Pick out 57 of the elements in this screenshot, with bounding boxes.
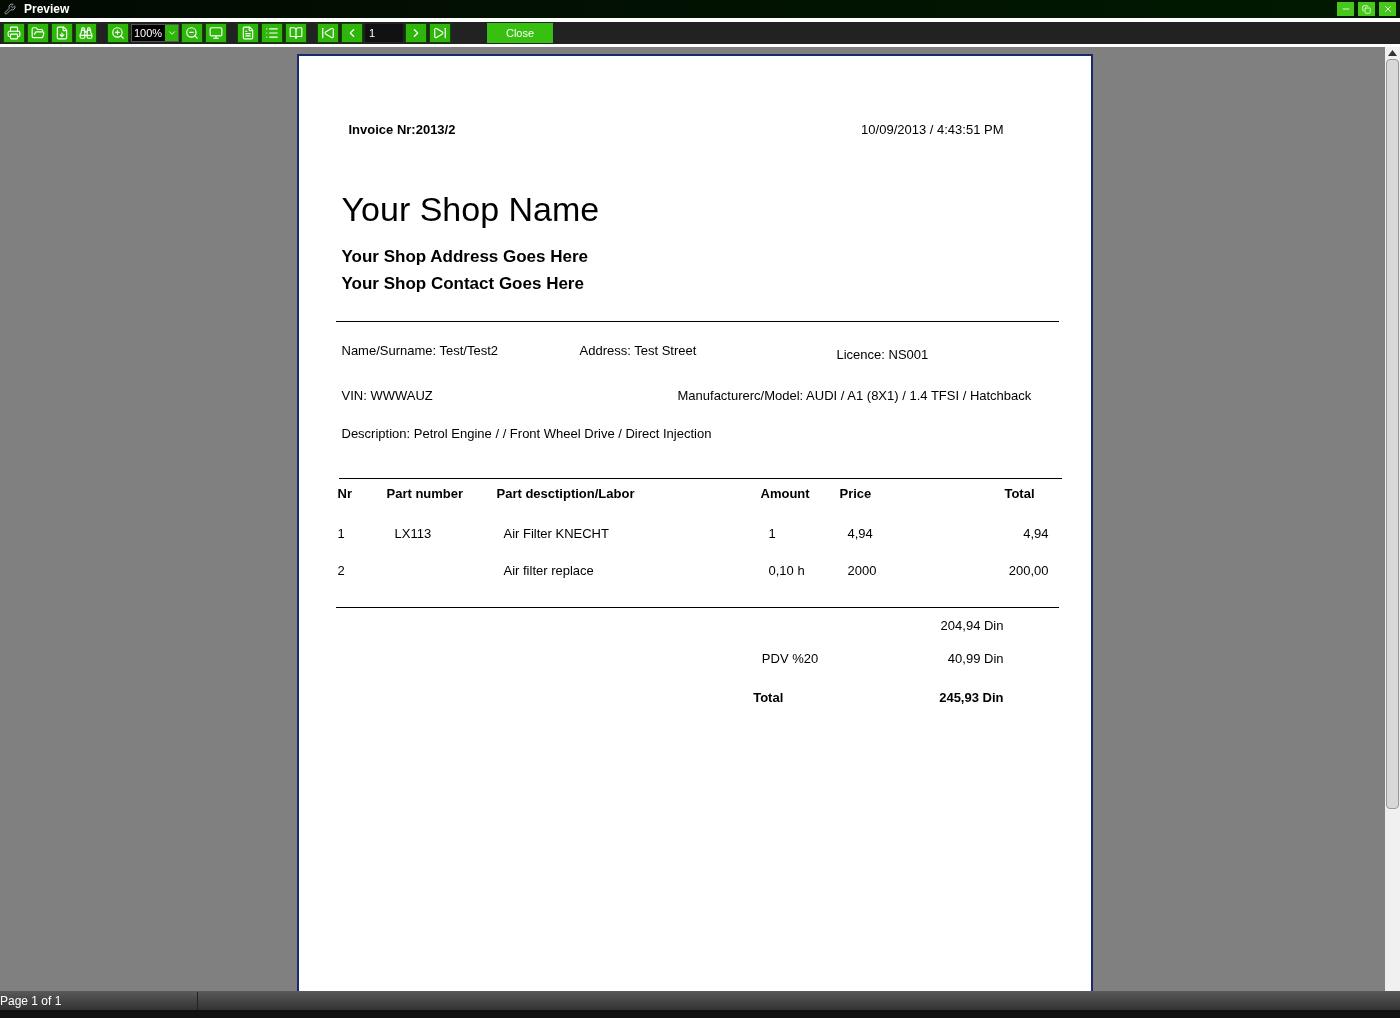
tax-label: PDV %20	[761, 651, 819, 666]
column-header: Nr	[337, 486, 352, 501]
table-cell: 2	[337, 562, 345, 578]
total-label: Total	[753, 689, 784, 705]
close-icon	[1382, 4, 1393, 14]
vin-number: VIN: WWWAUZ	[341, 388, 433, 403]
table-cell: LX113	[394, 525, 432, 541]
column-header: Total	[1004, 486, 1035, 501]
export-icon[interactable]	[51, 23, 73, 43]
licence-number: Licence: NS001	[836, 346, 929, 362]
total-amount: 245,93 Din	[939, 688, 1004, 707]
table-cell: 2000	[847, 562, 877, 578]
shop-contact: Your Shop Contact Goes Here	[341, 272, 584, 295]
customer-address: Address: Test Street	[579, 342, 697, 358]
table-cell: 4,94	[847, 525, 873, 541]
invoice-date: 10/09/2013 / 4:43:51 PM	[861, 121, 1004, 139]
subtotal-amount: 204,94 Din	[940, 616, 1004, 635]
column-header: Amount	[760, 486, 810, 501]
page-icon[interactable]	[237, 23, 259, 43]
column-header: Part desctiption/Labor	[496, 486, 635, 501]
folder-icon[interactable]	[27, 23, 49, 43]
zoom-dropdown[interactable]: 100%	[131, 24, 179, 42]
shop-address: Your Shop Address Goes Here	[341, 245, 589, 268]
monitor-icon[interactable]	[205, 23, 227, 43]
scrollbar-thumb[interactable]	[1386, 59, 1399, 809]
table-cell: Air filter replace	[503, 562, 594, 578]
scroll-up-icon[interactable]	[1388, 50, 1397, 56]
book-icon[interactable]	[285, 23, 307, 43]
vehicle-description: Description: Petrol Engine / / Front Wheel Drive / Direct Injection	[341, 425, 712, 441]
column-header: Part number	[386, 486, 464, 501]
vehicle-model: Manufacturerc/Model: AUDI / A1 (8X1) / 1.4 TFSI / Hatchback	[677, 387, 1032, 405]
table-cell: Air Filter KNECHT	[503, 525, 609, 541]
first-page-icon[interactable]	[317, 23, 339, 43]
table-cell: 200,00	[1008, 562, 1049, 578]
list-icon[interactable]	[261, 23, 283, 43]
table-cell: 4,94	[1023, 525, 1049, 541]
zoom-in-icon[interactable]	[107, 23, 129, 43]
window-title: Preview	[24, 1, 70, 18]
table-cell: 1	[337, 525, 345, 541]
invoice-number: Invoice Nr:2013/2	[348, 121, 456, 139]
last-page-icon[interactable]	[429, 23, 451, 43]
column-header: Price	[839, 486, 872, 501]
restore-icon	[1362, 4, 1371, 14]
wrench-icon	[4, 3, 16, 15]
page-count: Page 1 of 1	[0, 991, 198, 1010]
page-field[interactable]: 1	[365, 24, 403, 42]
print-icon[interactable]	[3, 23, 25, 43]
zoom-out-icon[interactable]	[181, 23, 203, 43]
table-cell: 1	[768, 525, 776, 541]
table-cell: 0,10 h	[768, 562, 805, 578]
caret-icon	[166, 28, 177, 38]
tax-amount: 40,99 Din	[947, 650, 1004, 668]
shop-name: Your Shop Name	[341, 189, 600, 228]
next-page-icon[interactable]	[405, 23, 427, 43]
customer-name: Name/Surname: Test/Test2	[341, 342, 499, 358]
binoculars-icon[interactable]	[75, 23, 97, 43]
previous-page-icon[interactable]	[341, 23, 363, 43]
